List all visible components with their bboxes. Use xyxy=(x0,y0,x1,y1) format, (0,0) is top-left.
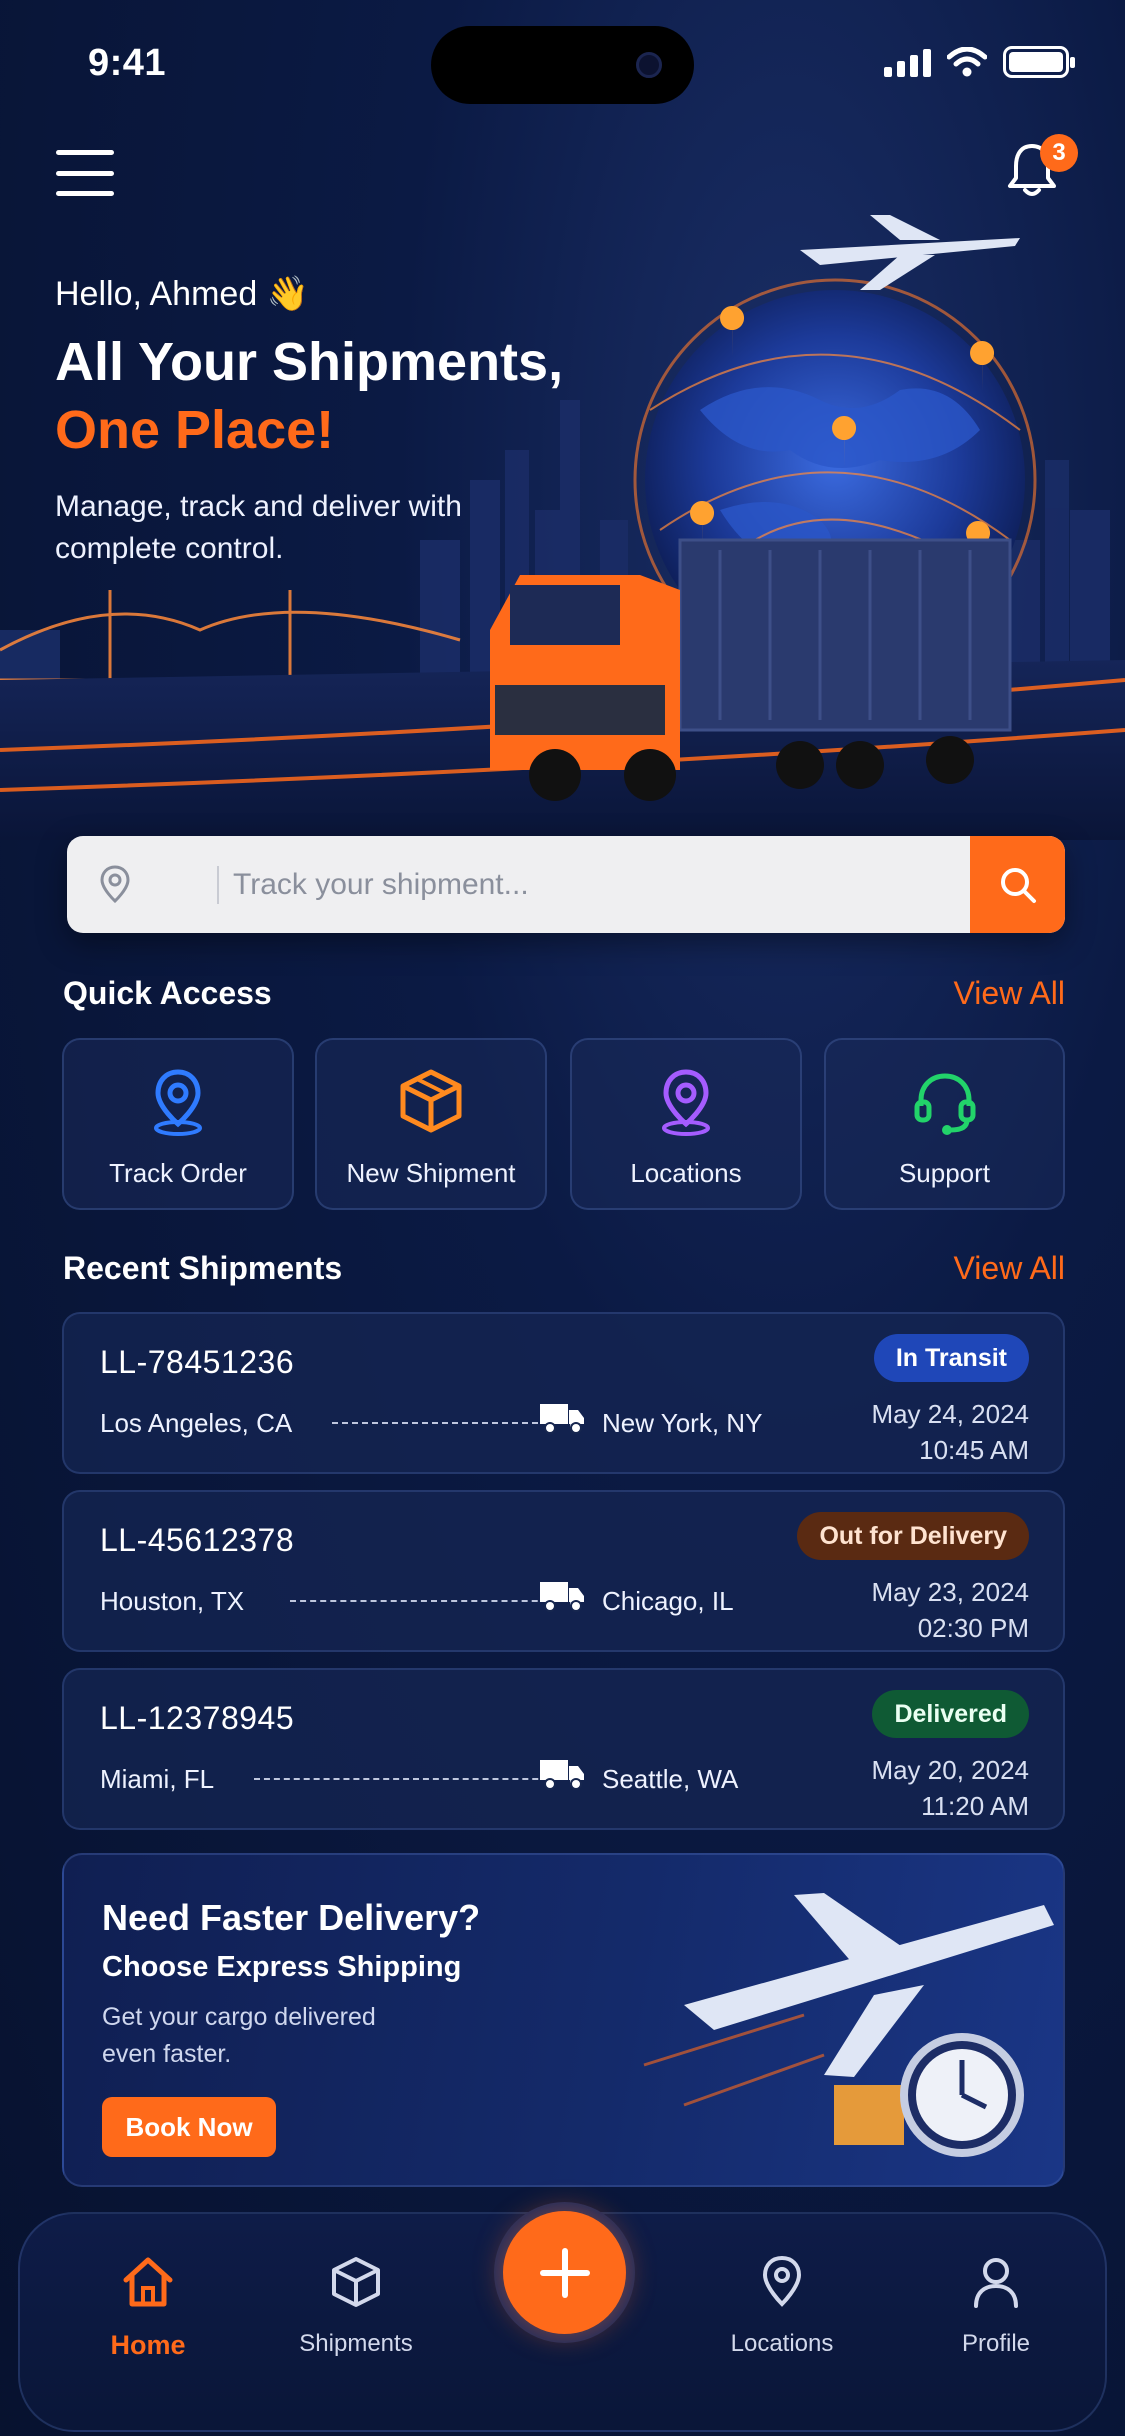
location-pin-icon xyxy=(762,2255,802,2307)
home-icon xyxy=(123,2257,173,2307)
nav-profile[interactable]: Profile xyxy=(916,2254,1076,2374)
battery-icon xyxy=(1003,46,1075,78)
bottom-navigation: Home Shipments Locations Profile xyxy=(18,2202,1107,2432)
shipment-time: 02:30 PM xyxy=(917,1613,1029,1643)
shipment-id: LL-78451236 xyxy=(100,1344,295,1380)
location-pin-icon xyxy=(154,1069,202,1136)
recent-shipments-view-all-link[interactable]: View All xyxy=(954,1250,1065,1287)
route-line xyxy=(290,1595,580,1607)
quick-access-view-all-link[interactable]: View All xyxy=(954,975,1065,1012)
box-icon xyxy=(400,1069,462,1133)
promo-description: Get your cargo delivered even faster. xyxy=(102,2003,376,2068)
route-line xyxy=(254,1773,580,1785)
status-badge: Out for Delivery xyxy=(797,1512,1029,1560)
headline-line1: All Your Shipments, xyxy=(55,332,564,392)
quick-access-grid: Track Order New Shipment Locations Suppo… xyxy=(62,1038,1065,1210)
quick-access-locations[interactable]: Locations xyxy=(570,1038,802,1210)
shipment-id: LL-12378945 xyxy=(100,1700,295,1736)
shipment-destination: Chicago, IL xyxy=(602,1586,734,1616)
truck-icon xyxy=(540,1760,584,1790)
book-now-button[interactable]: Book Now xyxy=(102,2097,276,2157)
quick-access-label: Track Order xyxy=(109,1158,247,1188)
headline-line2: One Place! xyxy=(55,400,335,460)
wifi-icon xyxy=(947,47,987,77)
recent-shipments-title: Recent Shipments xyxy=(63,1250,343,1286)
hero-subtitle: Manage, track and deliver with complete … xyxy=(55,490,462,565)
search-divider xyxy=(217,866,219,904)
shipment-date: May 23, 2024 xyxy=(871,1577,1029,1607)
box-icon xyxy=(332,2257,380,2307)
fab-container xyxy=(494,2202,635,2343)
shipment-card[interactable]: LL-45612378 Houston, TX Chicago, IL Out … xyxy=(62,1490,1065,1652)
shipment-origin: Miami, FL xyxy=(100,1764,215,1794)
plane-clock-illustration xyxy=(643,1893,1054,2157)
location-pin-icon xyxy=(100,865,130,904)
plus-icon xyxy=(539,2247,590,2298)
shipment-time: 11:20 AM xyxy=(921,1791,1029,1821)
shipment-date: May 24, 2024 xyxy=(871,1399,1029,1429)
quick-access-track-order[interactable]: Track Order xyxy=(62,1038,294,1210)
cellular-signal-icon xyxy=(884,47,931,77)
quick-access-support[interactable]: Support xyxy=(824,1038,1065,1210)
status-bar: 9:41 xyxy=(0,0,1125,130)
nav-label: Profile xyxy=(961,2330,1031,2357)
shipment-destination: Seattle, WA xyxy=(602,1764,739,1794)
nav-label: Shipments xyxy=(299,2330,413,2357)
shipment-date: May 20, 2024 xyxy=(871,1755,1029,1785)
shipment-destination: New York, NY xyxy=(602,1408,763,1438)
shipment-time: 10:45 AM xyxy=(919,1435,1029,1465)
nav-label: Home xyxy=(110,2330,186,2360)
shipment-id: LL-45612378 xyxy=(100,1522,295,1558)
user-icon xyxy=(974,2258,1018,2308)
quick-access-title: Quick Access xyxy=(63,975,272,1011)
nav-home[interactable]: Home xyxy=(68,2254,228,2374)
hero-banner: Hello, Ahmed 👋 All Your Shipments, One P… xyxy=(0,210,1125,840)
status-icons xyxy=(884,46,1075,78)
search-icon xyxy=(1000,867,1036,903)
dynamic-island xyxy=(431,26,694,104)
tracking-search-bar xyxy=(67,836,1065,933)
search-button[interactable] xyxy=(970,836,1065,933)
shipment-datetime: May 20, 2024 11:20 AM xyxy=(871,1752,1029,1824)
quick-access-new-shipment[interactable]: New Shipment xyxy=(315,1038,547,1210)
notification-badge: 3 xyxy=(1040,134,1078,172)
shipment-datetime: May 24, 2024 10:45 AM xyxy=(871,1396,1029,1468)
notifications-button[interactable]: 3 xyxy=(1004,134,1078,206)
shipment-origin: Los Angeles, CA xyxy=(100,1408,293,1438)
shipment-card[interactable]: LL-78451236 Los Angeles, CA New York, NY… xyxy=(62,1312,1065,1474)
location-pin-icon xyxy=(662,1069,710,1136)
greeting-text: Hello, Ahmed 👋 xyxy=(55,275,310,313)
app-screen: 9:41 3 Hello, Ahmed 👋 All Your Shipments… xyxy=(0,0,1125,2436)
nav-shipments[interactable]: Shipments xyxy=(276,2254,436,2374)
search-input[interactable] xyxy=(233,836,1023,933)
quick-access-label: Locations xyxy=(630,1158,742,1188)
quick-access-label: Support xyxy=(898,1158,991,1188)
shipment-origin: Houston, TX xyxy=(100,1586,245,1616)
truck-icon xyxy=(540,1582,584,1612)
nav-label: Locations xyxy=(730,2330,834,2357)
camera-icon xyxy=(636,52,662,78)
status-time: 9:41 xyxy=(88,42,167,84)
express-shipping-promo: Need Faster Delivery? Choose Express Shi… xyxy=(62,1853,1065,2187)
quick-access-label: New Shipment xyxy=(346,1158,516,1188)
status-badge: Delivered xyxy=(872,1690,1029,1738)
promo-subtitle: Choose Express Shipping xyxy=(102,1951,462,1983)
shipment-datetime: May 23, 2024 02:30 PM xyxy=(871,1574,1029,1646)
page-title: All Your Shipments, One Place! xyxy=(55,328,563,464)
menu-icon[interactable] xyxy=(56,150,114,196)
status-badge: In Transit xyxy=(873,1334,1029,1382)
shipment-card[interactable]: LL-12378945 Miami, FL Seattle, WA Delive… xyxy=(62,1668,1065,1830)
headset-icon xyxy=(914,1073,975,1135)
add-shipment-button[interactable] xyxy=(503,2211,626,2334)
truck-icon xyxy=(540,1404,584,1434)
promo-title: Need Faster Delivery? xyxy=(102,1897,481,1938)
nav-locations[interactable]: Locations xyxy=(702,2254,862,2374)
